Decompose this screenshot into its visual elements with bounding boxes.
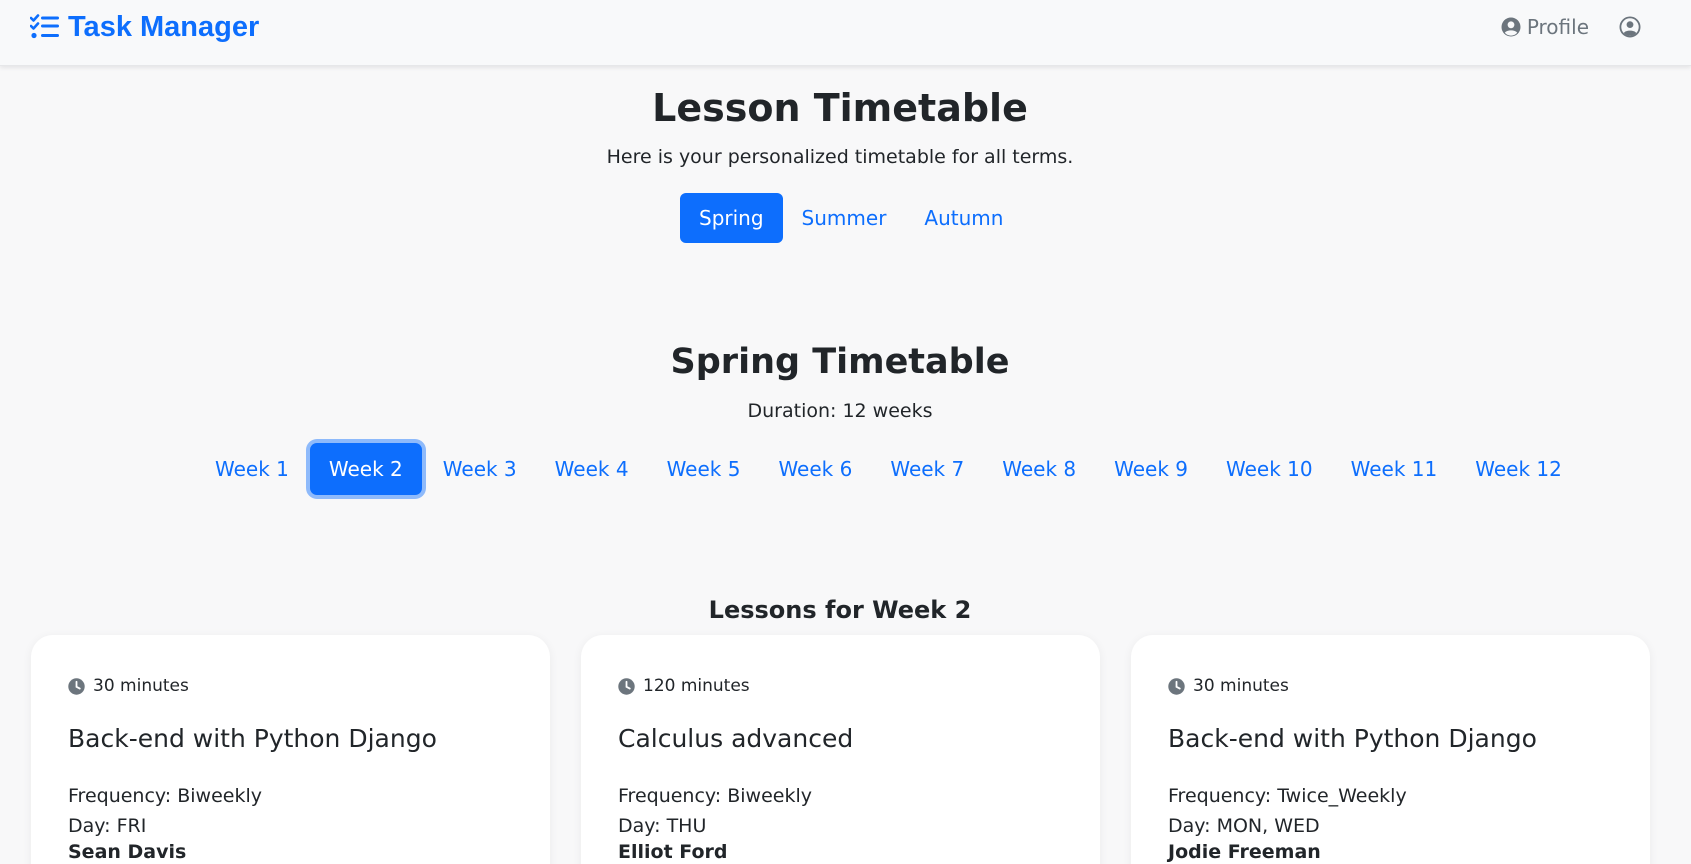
profile-label: Profile: [1526, 15, 1589, 39]
lesson-day: Day: FRI: [68, 815, 147, 837]
week-tab-8[interactable]: Week 8: [983, 443, 1095, 495]
profile-link[interactable]: Profile: [1501, 15, 1589, 39]
lesson-cards: 30 minutes Back-end with Python Django F…: [31, 635, 1650, 864]
term-tab-autumn[interactable]: Autumn: [905, 193, 1022, 243]
lessons-heading: Lessons for Week 2: [708, 596, 972, 624]
lesson-duration-text: 30 minutes: [93, 676, 189, 696]
week-tab-5[interactable]: Week 5: [648, 443, 760, 495]
lesson-frequency: Frequency: Twice_Weekly: [1168, 785, 1407, 807]
term-tab-summer[interactable]: Summer: [783, 193, 906, 243]
user-circle-icon: [1501, 17, 1521, 37]
task-list-icon: [29, 14, 60, 40]
lesson-teacher: Sean Davis: [68, 841, 187, 863]
clock-icon: [68, 677, 85, 695]
lesson-duration-text: 30 minutes: [1193, 676, 1289, 696]
brand-link[interactable]: Task Manager: [29, 10, 260, 44]
lesson-day: Day: THU: [618, 815, 707, 837]
lesson-duration: 30 minutes: [68, 674, 513, 698]
clock-icon: [1168, 677, 1185, 695]
account-menu-icon[interactable]: [1619, 16, 1641, 38]
lesson-card[interactable]: 30 minutes Back-end with Python Django F…: [1131, 635, 1650, 864]
lesson-teacher: Jodie Freeman: [1168, 841, 1321, 863]
clock-icon: [618, 677, 635, 695]
term-duration: Duration: 12 weeks: [747, 400, 933, 422]
week-tab-6[interactable]: Week 6: [759, 443, 871, 495]
week-tab-12[interactable]: Week 12: [1456, 443, 1581, 495]
week-tab-7[interactable]: Week 7: [871, 443, 983, 495]
lesson-frequency: Frequency: Biweekly: [618, 785, 812, 807]
term-title: Spring Timetable: [670, 342, 1010, 382]
brand-name: Task Manager: [68, 10, 260, 43]
lesson-title: Back-end with Python Django: [1168, 724, 1537, 753]
week-tabs: Week 1 Week 2 Week 3 Week 4 Week 5 Week …: [196, 443, 1581, 495]
week-tab-9[interactable]: Week 9: [1095, 443, 1207, 495]
week-tab-4[interactable]: Week 4: [536, 443, 648, 495]
week-tab-3[interactable]: Week 3: [424, 443, 536, 495]
lesson-duration: 120 minutes: [618, 674, 1063, 698]
lesson-day: Day: MON, WED: [1168, 815, 1320, 837]
week-tab-2[interactable]: Week 2: [309, 443, 422, 495]
lesson-frequency: Frequency: Biweekly: [68, 785, 262, 807]
term-tab-spring[interactable]: Spring: [680, 193, 783, 243]
week-tab-1[interactable]: Week 1: [196, 443, 308, 495]
navbar: Task Manager Profile: [0, 0, 1691, 66]
term-tabs: Spring Summer Autumn: [680, 193, 1022, 243]
week-tab-10[interactable]: Week 10: [1207, 443, 1332, 495]
lesson-title: Calculus advanced: [618, 724, 854, 753]
lesson-title: Back-end with Python Django: [68, 724, 437, 753]
page-subtitle: Here is your personalized timetable for …: [606, 146, 1074, 168]
lesson-card[interactable]: 120 minutes Calculus advanced Frequency:…: [581, 635, 1100, 864]
lesson-teacher: Elliot Ford: [618, 841, 728, 863]
lesson-duration: 30 minutes: [1168, 674, 1613, 698]
lesson-card[interactable]: 30 minutes Back-end with Python Django F…: [31, 635, 550, 864]
navbar-right: Profile: [1501, 12, 1641, 42]
week-tab-11[interactable]: Week 11: [1332, 443, 1457, 495]
lesson-duration-text: 120 minutes: [643, 676, 750, 696]
page-title: Lesson Timetable: [652, 86, 1028, 130]
